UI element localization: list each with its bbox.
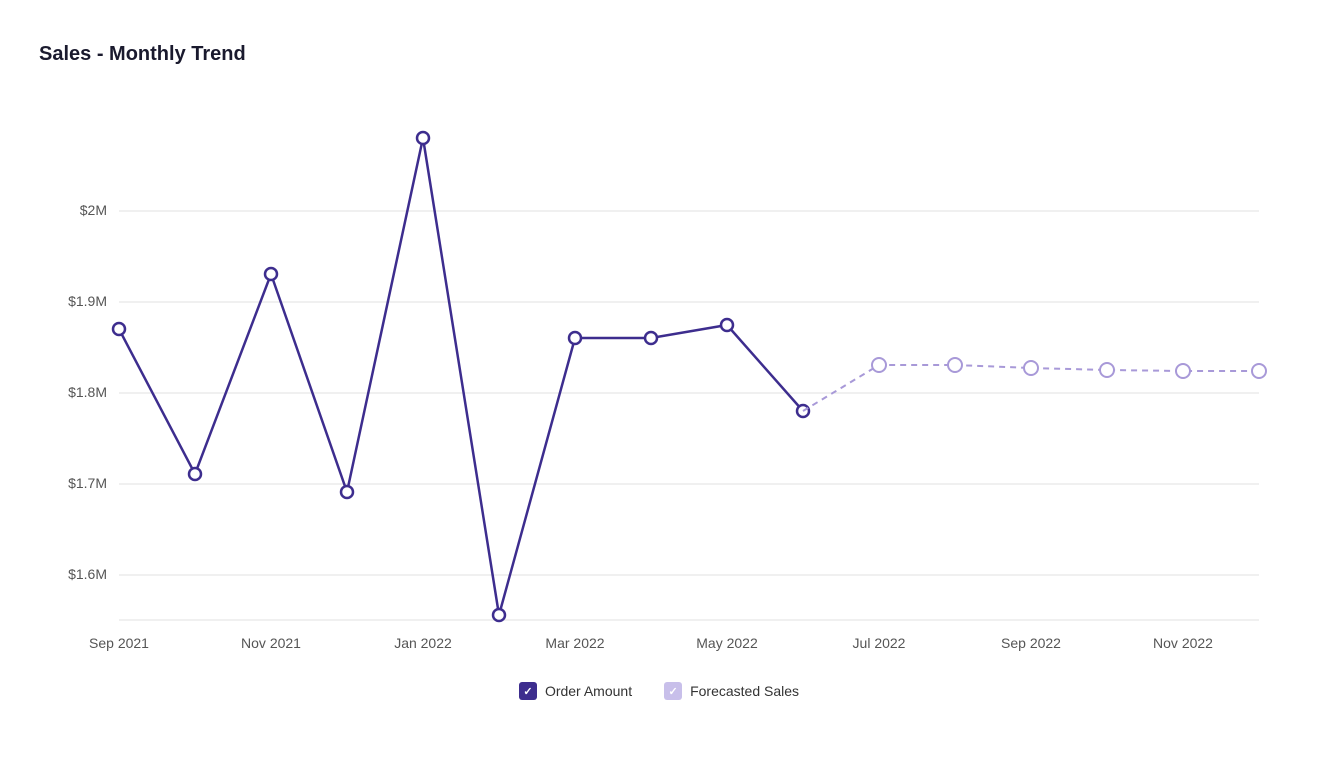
svg-text:Nov 2021: Nov 2021 xyxy=(241,635,301,651)
svg-text:$1.7M: $1.7M xyxy=(68,475,107,491)
svg-text:Sep 2021: Sep 2021 xyxy=(89,635,149,651)
svg-text:Nov 2022: Nov 2022 xyxy=(1153,635,1213,651)
svg-text:$1.6M: $1.6M xyxy=(68,566,107,582)
legend-item-order-amount: ✓ Order Amount xyxy=(519,682,632,700)
legend-label-forecasted-sales: Forecasted Sales xyxy=(690,683,799,699)
svg-text:Sep 2022: Sep 2022 xyxy=(1001,635,1061,651)
svg-text:$2M: $2M xyxy=(80,202,107,218)
legend-item-forecasted-sales: ✓ Forecasted Sales xyxy=(664,682,799,700)
legend-check-forecasted: ✓ xyxy=(668,685,677,698)
svg-text:May 2022: May 2022 xyxy=(696,635,758,651)
svg-text:$1.9M: $1.9M xyxy=(68,293,107,309)
chart-area: $2M $1.9M $1.8M $1.7M $1.6M Sep 2021 Nov… xyxy=(39,90,1279,670)
svg-text:Jul 2022: Jul 2022 xyxy=(853,635,906,651)
legend-check-order: ✓ xyxy=(523,685,532,698)
chart-container: Sales - Monthly Trend $2M $1.9M $1.8M $1… xyxy=(19,19,1299,739)
svg-text:Jan 2022: Jan 2022 xyxy=(394,635,452,651)
chart-svg: $2M $1.9M $1.8M $1.7M $1.6M Sep 2021 Nov… xyxy=(39,90,1279,670)
legend-box-forecasted: ✓ xyxy=(664,682,682,700)
svg-text:$1.8M: $1.8M xyxy=(68,384,107,400)
chart-legend: ✓ Order Amount ✓ Forecasted Sales xyxy=(39,682,1279,700)
legend-box-order-amount: ✓ xyxy=(519,682,537,700)
legend-label-order-amount: Order Amount xyxy=(545,683,632,699)
chart-title: Sales - Monthly Trend xyxy=(39,43,1279,66)
svg-text:Mar 2022: Mar 2022 xyxy=(545,635,604,651)
